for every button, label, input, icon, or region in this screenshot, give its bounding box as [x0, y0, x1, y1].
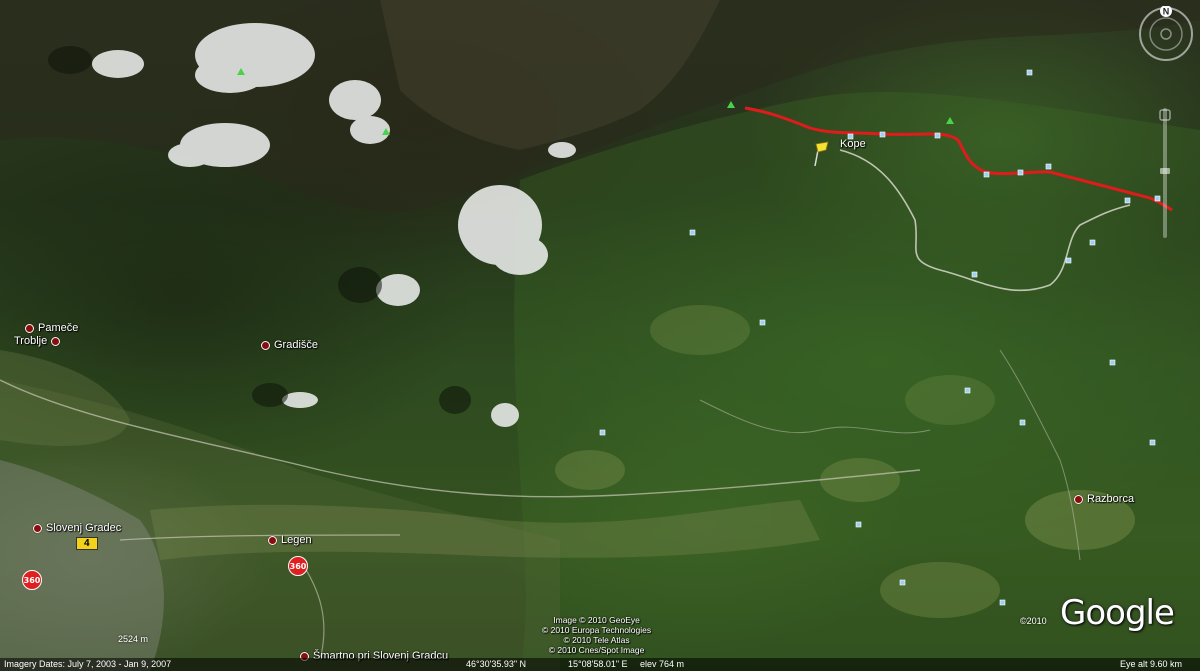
status-bar: Imagery Dates: July 7, 2003 - Jan 9, 200…: [0, 658, 1200, 671]
place-label-legen[interactable]: Legen: [268, 534, 312, 546]
peak-marker-icon[interactable]: [237, 68, 245, 75]
compass-icon[interactable]: N: [1138, 6, 1194, 62]
scale-bar: 2524 m: [118, 634, 149, 644]
elevation-readout: elev 764 m: [640, 659, 685, 669]
place-dot-icon: [1074, 494, 1083, 504]
road-number-sign: 4: [76, 537, 98, 550]
peak-marker-icon[interactable]: [946, 117, 954, 124]
place-label-pamece[interactable]: Pameče: [25, 322, 78, 334]
map-viewport[interactable]: Kope Pameče Troblje Gradišče Slovenj Gra…: [0, 0, 1200, 671]
place-dot-icon: [51, 336, 61, 346]
latitude-readout: 46°30'35.93" N: [466, 659, 527, 669]
longitude-readout: 15°08'58.01" E: [568, 659, 628, 669]
panorama-360-icon[interactable]: 360: [22, 570, 42, 590]
place-dot-icon: [33, 523, 42, 533]
place-label-razborca[interactable]: Razborca: [1074, 493, 1134, 505]
satellite-terrain: [0, 0, 1200, 671]
imagery-attribution: Image © 2010 GeoEye © 2010 Europa Techno…: [542, 615, 652, 655]
copyright-year: ©2010: [1020, 616, 1047, 626]
place-dot-icon: [268, 535, 277, 545]
place-label-kope[interactable]: Kope: [840, 138, 866, 150]
imagery-dates: Imagery Dates: July 7, 2003 - Jan 9, 200…: [4, 659, 172, 669]
pushpin-icon[interactable]: [812, 140, 832, 168]
zoom-slider[interactable]: [1158, 108, 1172, 238]
peak-marker-icon[interactable]: [382, 128, 390, 135]
panorama-360-icon[interactable]: 360: [288, 556, 308, 576]
google-logo: Google: [1060, 593, 1175, 633]
place-label-slovenj-gradec[interactable]: Slovenj Gradec: [33, 522, 121, 534]
eye-altitude-readout: Eye alt 9.60 km: [1120, 659, 1183, 669]
place-label-gradisce[interactable]: Gradišče: [261, 339, 318, 351]
compass-north-label: N: [1163, 7, 1170, 17]
peak-marker-icon[interactable]: [727, 101, 735, 108]
place-label-troblje[interactable]: Troblje: [14, 335, 61, 347]
place-dot-icon: [25, 323, 34, 333]
place-dot-icon: [261, 340, 270, 350]
